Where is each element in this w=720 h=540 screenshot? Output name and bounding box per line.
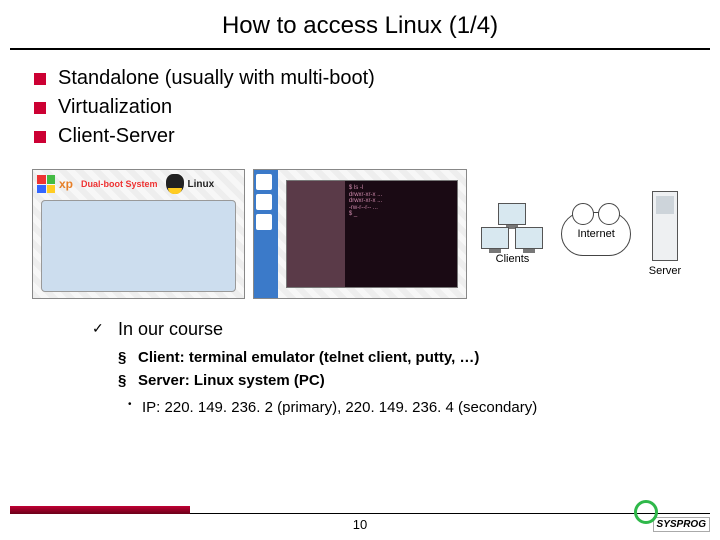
gear-icon	[634, 500, 658, 524]
ip-list: IP: 220. 149. 236. 2 (primary), 220. 149…	[92, 397, 692, 420]
slide-footer: 10 SYSPROG	[0, 508, 720, 536]
tux-icon	[166, 174, 184, 194]
bullet-client-server: Client-Server	[28, 122, 692, 151]
server-label: Server	[649, 265, 681, 277]
linux-label: Linux	[188, 179, 215, 190]
clients-icon	[481, 203, 543, 249]
bullet-virtualization: Virtualization	[28, 93, 692, 122]
course-item-server: Server: Linux system (PC)	[118, 369, 692, 392]
slide-title: How to access Linux (1/4)	[0, 0, 720, 48]
internet-label: Internet	[577, 228, 614, 240]
sysprog-logo: SYSPROG	[630, 498, 710, 532]
course-items: Client: terminal emulator (telnet client…	[92, 346, 692, 393]
windows-logo-icon	[37, 175, 55, 193]
main-bullet-list: Standalone (usually with multi-boot) Vir…	[28, 64, 692, 151]
clients-label: Clients	[496, 253, 530, 265]
umpc-device-icon	[41, 200, 236, 292]
title-underline	[10, 48, 710, 50]
images-row: xp Dual-boot System Linux $ ls -ldrwxr-x…	[28, 169, 692, 299]
course-item-client: Client: terminal emulator (telnet client…	[118, 346, 692, 369]
bullet-standalone: Standalone (usually with multi-boot)	[28, 64, 692, 93]
course-heading: In our course	[92, 319, 692, 340]
ip-line: IP: 220. 149. 236. 2 (primary), 220. 149…	[128, 397, 692, 420]
vm-window-icon: $ ls -ldrwxr-xr-x ...drwxr-xr-x ...-rw-r…	[286, 180, 457, 288]
footer-accent-bar	[10, 506, 190, 514]
server-icon	[652, 191, 678, 261]
slide-content: Standalone (usually with multi-boot) Vir…	[0, 64, 720, 419]
virtualization-image: $ ls -ldrwxr-xr-x ...drwxr-xr-x ...-rw-r…	[253, 169, 466, 299]
dualboot-label: Dual-boot System	[81, 179, 158, 189]
xp-label: xp	[59, 177, 73, 191]
host-desktop-icon	[254, 170, 278, 298]
logo-text: SYSPROG	[653, 517, 710, 532]
client-server-image: Clients Internet Server	[475, 169, 688, 299]
internet-cloud-icon: Internet	[561, 212, 631, 256]
course-sublist: In our course Client: terminal emulator …	[28, 319, 692, 419]
page-number: 10	[353, 517, 367, 532]
standalone-image: xp Dual-boot System Linux	[32, 169, 245, 299]
